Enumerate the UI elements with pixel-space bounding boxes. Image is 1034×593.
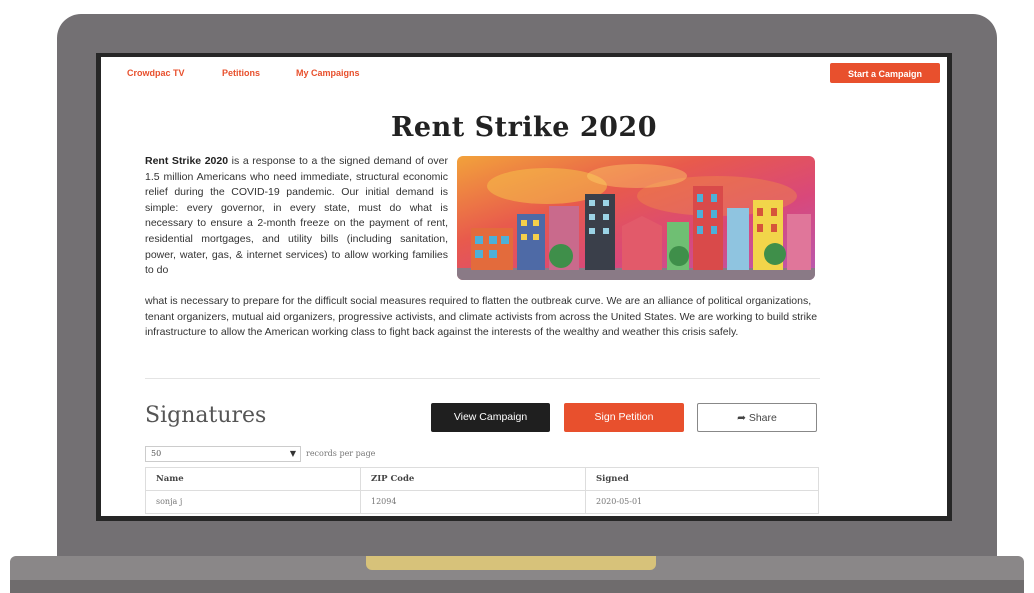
table-header-row: Name ZIP Code Signed <box>146 468 818 491</box>
share-arrow-icon: ➦ <box>737 412 746 424</box>
view-campaign-button[interactable]: View Campaign <box>431 403 550 432</box>
campaign-intro-body: is a response to a the signed demand of … <box>145 155 448 277</box>
column-header-signed[interactable]: Signed <box>586 468 818 490</box>
share-button[interactable]: ➦ Share <box>697 403 817 432</box>
browser-screen: Crowdpac TV Petitions My Campaigns Start… <box>101 57 947 516</box>
records-per-page-value: 50 <box>151 449 162 458</box>
chevron-down-icon: ▼ <box>289 449 296 458</box>
records-per-page-label: records per page <box>306 449 376 458</box>
table-row: sonja j 12094 2020-05-01 <box>146 491 818 514</box>
nav-link-my-campaigns[interactable]: My Campaigns <box>296 68 360 78</box>
top-nav: Crowdpac TV Petitions My Campaigns Start… <box>101 57 947 91</box>
campaign-intro-bold: Rent Strike 2020 <box>145 155 229 167</box>
column-header-name[interactable]: Name <box>146 468 361 490</box>
campaign-intro-text: Rent Strike 2020 is a response to a the … <box>145 154 448 279</box>
share-button-label: Share <box>748 412 777 424</box>
laptop-base-edge <box>10 580 1024 593</box>
records-per-page-select[interactable]: 50 ▼ <box>145 446 301 462</box>
table-cell-signed: 2020-05-01 <box>596 497 643 506</box>
column-header-zip[interactable]: ZIP Code <box>361 468 586 490</box>
section-divider <box>145 378 820 379</box>
table-cell-zip: 12094 <box>361 491 586 513</box>
table-cell-name: sonja j <box>146 491 361 513</box>
page-title: Rent Strike 2020 <box>390 112 657 143</box>
campaign-body-text: what is necessary to prepare for the dif… <box>145 295 818 339</box>
laptop-hinge <box>366 556 656 570</box>
signatures-table: Name ZIP Code Signed sonja j 12094 2020-… <box>145 467 819 514</box>
nav-link-petitions[interactable]: Petitions <box>222 68 260 78</box>
signatures-heading: Signatures <box>145 403 267 428</box>
campaign-illustration <box>457 156 815 280</box>
start-campaign-button[interactable]: Start a Campaign <box>830 63 940 83</box>
sign-petition-button[interactable]: Sign Petition <box>564 403 684 432</box>
nav-link-crowdpac-tv[interactable]: Crowdpac TV <box>127 68 185 78</box>
